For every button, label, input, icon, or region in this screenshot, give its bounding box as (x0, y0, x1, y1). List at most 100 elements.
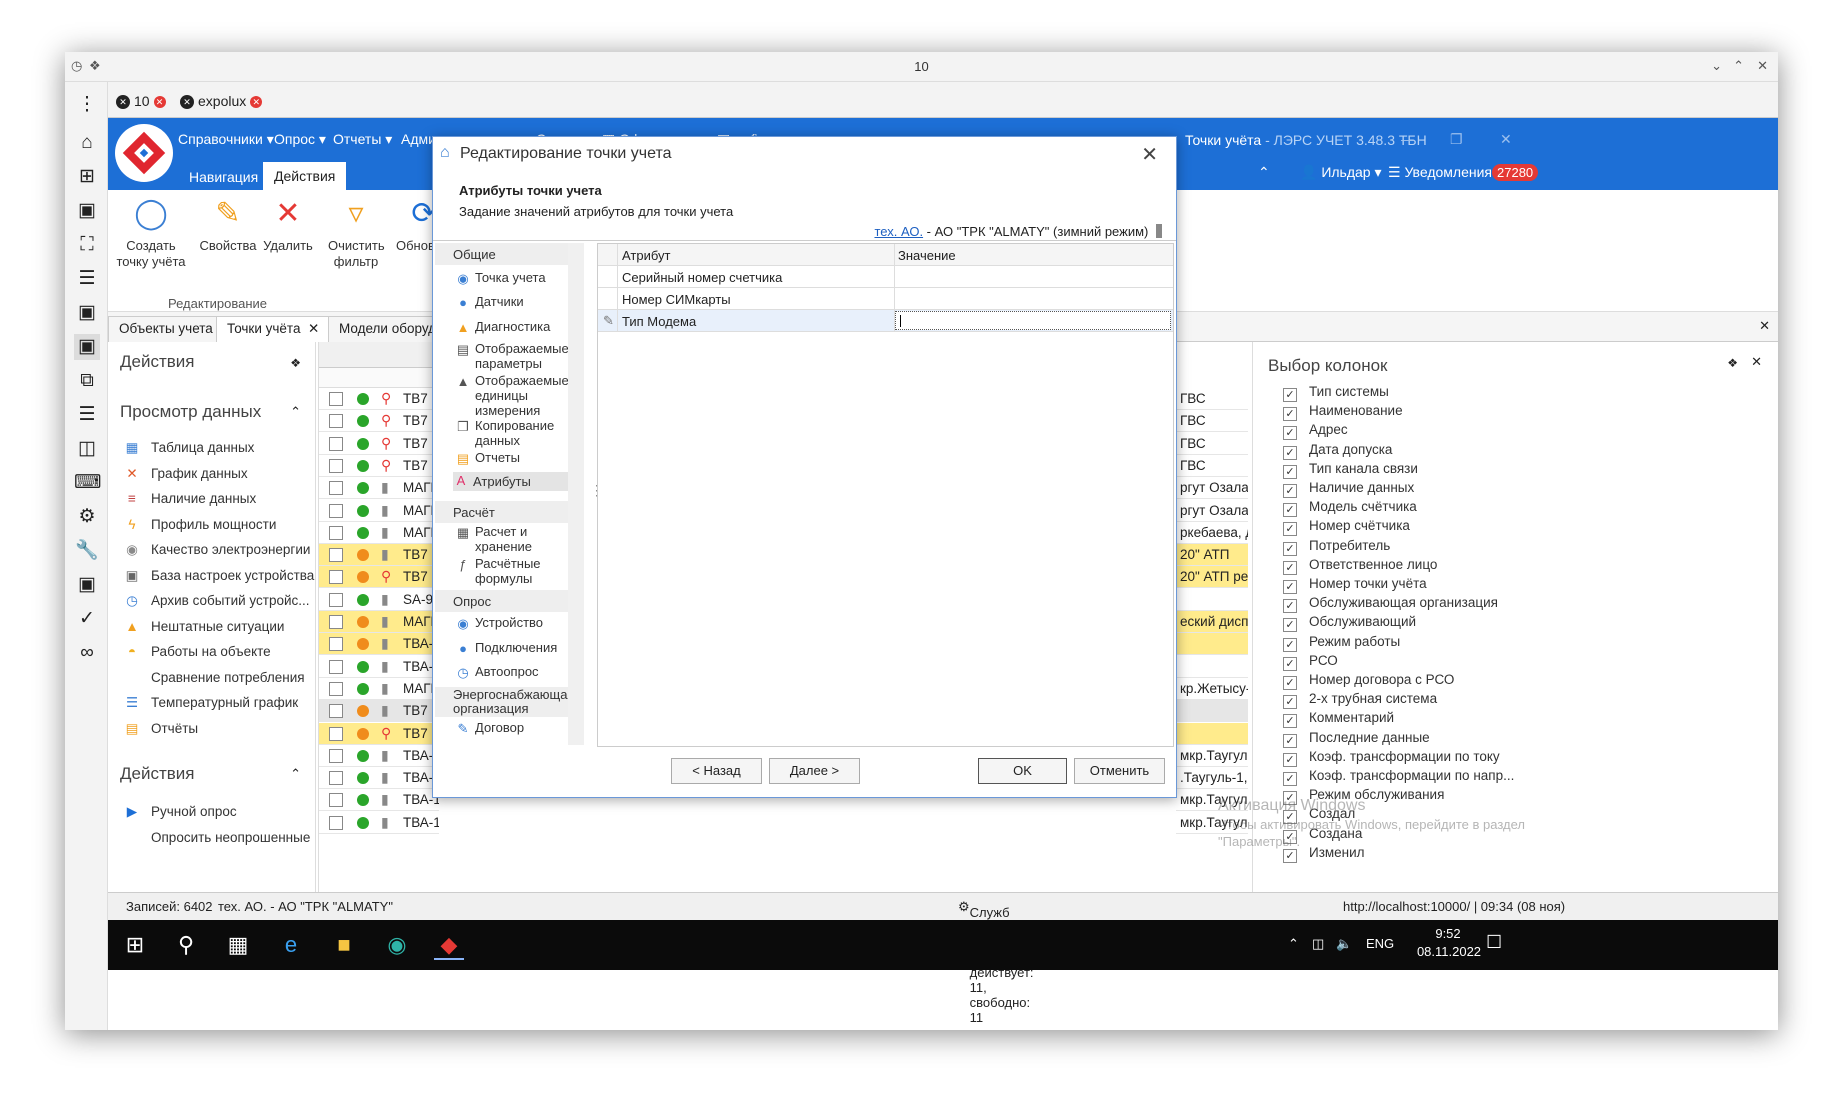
more-icon[interactable]: ⋮ (74, 92, 100, 118)
column-option[interactable]: ✓ Комментарий (1283, 710, 1394, 729)
network-icon[interactable]: ◫ (1312, 936, 1324, 952)
row-checkbox[interactable] (329, 548, 343, 563)
column-option[interactable]: ✓ Тип системы (1283, 384, 1389, 402)
column-option[interactable]: ✓ Номер счётчика (1283, 518, 1410, 537)
session-tab-2[interactable]: ✕ expolux ✕ (172, 88, 270, 114)
row-checkbox[interactable] (329, 793, 343, 808)
checkbox-checked-icon[interactable]: ✓ (1283, 522, 1297, 537)
row-checkbox[interactable] (329, 637, 343, 652)
table-row[interactable]: ▮ ТВА-1 (319, 745, 439, 767)
table-row[interactable]: ▮ МАГИ (319, 500, 439, 522)
nav-item[interactable]: ◉ Устройство (455, 615, 565, 631)
nav-section[interactable]: Общие (435, 243, 568, 265)
checkbox-checked-icon[interactable]: ✓ (1283, 618, 1297, 633)
table-row[interactable]: ⚲ ТВ7 (319, 410, 439, 433)
properties-button[interactable]: ✎ Свойства (198, 196, 258, 254)
camera-icon[interactable]: ▣ (74, 572, 100, 598)
checkbox-checked-icon[interactable]: ✓ (1283, 503, 1297, 518)
notification-center-icon[interactable]: ☐ (1486, 932, 1502, 953)
org-link[interactable]: тех. АО. (874, 224, 923, 239)
survey-unsurveyed-item[interactable]: Опросить неопрошенные (123, 830, 310, 845)
view-item[interactable]: Сравнение потребления (123, 670, 305, 685)
view-item[interactable]: ≡ Наличие данных (123, 491, 256, 506)
table-row[interactable]: ⚲ ТВ7 (319, 433, 439, 455)
checkbox-checked-icon[interactable]: ✓ (1283, 541, 1297, 556)
home-icon[interactable]: ⌂ (74, 130, 100, 156)
table-row[interactable]: ▮ МАГИ (319, 611, 439, 633)
keyboard-icon[interactable]: ⌨ (74, 470, 101, 496)
nav-item[interactable]: ▲ Диагностика (455, 319, 565, 335)
cancel-button[interactable]: Отменить (1074, 758, 1165, 784)
nav-item[interactable]: ▲ Отображаемые единицы измерения (455, 373, 569, 418)
checkbox-checked-icon[interactable]: ✓ (1283, 752, 1297, 767)
column-option[interactable]: ✓ Коэф. трансформации по напр... (1283, 768, 1514, 786)
nav-item[interactable]: A Атрибуты (453, 472, 568, 491)
volume-icon[interactable]: 🔈 (1336, 936, 1352, 952)
table-row[interactable]: ▮ ТВА-1 (319, 767, 439, 790)
table-row[interactable]: ⚲ ТВ7 (319, 722, 439, 745)
column-option[interactable]: ✓ Обслуживающая организация (1283, 595, 1498, 614)
row-checkbox[interactable] (329, 748, 343, 763)
table-row[interactable]: ▮ МАГИ (319, 522, 439, 544)
checkbox-checked-icon[interactable]: ✓ (1283, 772, 1297, 786)
view-item[interactable]: ▲ Нештатные ситуации (123, 619, 284, 634)
section-view-data[interactable]: Просмотр данных (120, 402, 261, 422)
clock-time[interactable]: 9:52 (1418, 926, 1478, 941)
modem-type-input[interactable] (895, 311, 1171, 330)
user-menu[interactable]: 👤 Ильдар ▾ (1300, 164, 1382, 181)
nav-item[interactable]: ◉ Точка учета (455, 270, 565, 286)
nav-section[interactable]: Расчёт (435, 501, 568, 523)
view-item[interactable]: ◷ Архив событий устройс... (123, 593, 309, 609)
column-option[interactable]: ✓ Дата допуска (1283, 442, 1392, 460)
checkbox-checked-icon[interactable]: ✓ (1283, 656, 1297, 671)
table-row[interactable]: ▮ ТВ7 (319, 544, 439, 567)
table-row[interactable]: ▮ МАГИ (319, 477, 439, 500)
table-row[interactable]: ▮ ТВА-1 (319, 633, 439, 656)
row-checkbox[interactable] (329, 815, 343, 830)
app-logo[interactable] (115, 124, 173, 182)
new-window-icon[interactable]: ⊞ (74, 164, 100, 190)
column-option[interactable]: ✓ Последние данные (1283, 730, 1430, 748)
row-checkbox[interactable] (329, 726, 343, 741)
view-item[interactable]: ▤ Отчёты (123, 721, 199, 737)
create-point-button[interactable]: ◯ Создать точку учёта (116, 196, 186, 270)
column-option[interactable]: ✓ Режим работы (1283, 634, 1400, 652)
tab-navigation[interactable]: Навигация (178, 164, 269, 190)
row-checkbox[interactable] (329, 659, 343, 674)
fullscreen-icon[interactable]: ⛶ (74, 232, 100, 258)
checkbox-checked-icon[interactable]: ✓ (1283, 714, 1297, 729)
view-item[interactable]: ▣ База настроек устройства (123, 568, 315, 584)
row-checkbox[interactable] (329, 570, 343, 585)
attribute-row[interactable]: Серийный номер счетчика (598, 266, 1173, 288)
close-icon[interactable]: ✕ (1757, 58, 1768, 74)
select-area-icon[interactable]: ▣ (74, 300, 100, 326)
collapse-ribbon-icon[interactable]: ⌃ (1258, 164, 1270, 181)
nav-section[interactable]: Опрос (435, 590, 568, 612)
next-button[interactable]: Далее > (769, 758, 860, 784)
gear-icon[interactable]: ⚙ (74, 504, 100, 530)
row-checkbox[interactable] (329, 592, 343, 607)
attribute-row[interactable]: Номер СИМкарты (598, 288, 1173, 310)
checkbox-checked-icon[interactable]: ✓ (1283, 464, 1297, 479)
row-checkbox[interactable] (329, 458, 343, 473)
row-checkbox[interactable] (329, 481, 343, 496)
view-item[interactable]: ☰ Температурный график (123, 695, 298, 711)
close-icon[interactable]: ✕ (1751, 354, 1762, 370)
lers-app-icon[interactable]: ◆ (434, 930, 464, 960)
column-option[interactable]: ✓ Тип канала связи (1283, 461, 1418, 479)
table-row[interactable]: ▮ SA-94 (319, 589, 439, 611)
view-item[interactable]: ✕ График данных (123, 466, 247, 482)
collapse-icon[interactable]: ⌃ (290, 766, 301, 782)
row-checkbox[interactable] (329, 503, 343, 518)
column-option[interactable]: ✓ Наличие данных (1283, 480, 1414, 498)
link-icon[interactable]: ∞ (74, 640, 100, 666)
menu-icon[interactable]: ☰ (74, 266, 100, 292)
checkbox-checked-icon[interactable]: ✓ (1283, 484, 1297, 498)
close-tab-icon[interactable]: ✕ (250, 96, 263, 109)
app-close-icon[interactable]: ✕ (1500, 131, 1512, 148)
table-row[interactable]: ⚲ ТВ7 (319, 388, 439, 410)
nav-item[interactable]: ▤ Отчеты (455, 450, 565, 466)
tab-objects[interactable]: Объекты учета (108, 316, 224, 342)
close-tab-icon[interactable]: ✕ (153, 96, 166, 109)
row-checkbox[interactable] (329, 704, 343, 719)
